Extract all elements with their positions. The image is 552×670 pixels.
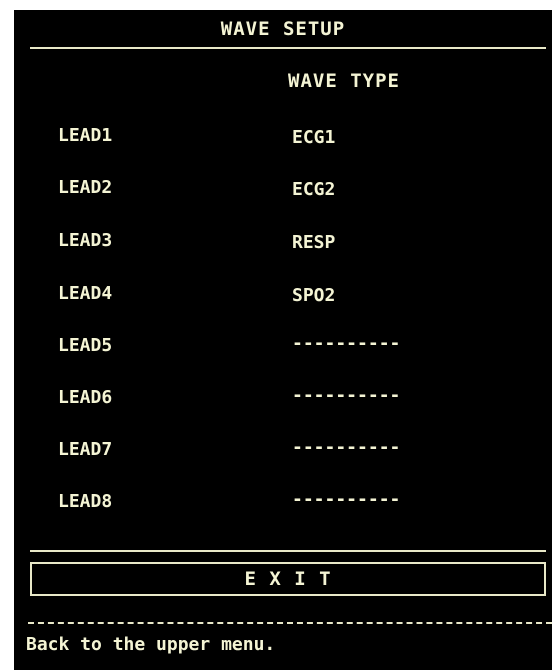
wave-type-value[interactable]: ---------- <box>292 385 400 406</box>
wave-type-value[interactable]: ---------- <box>292 489 400 510</box>
wave-type-value[interactable]: SPO2 <box>292 285 335 306</box>
wave-type-column-header: WAVE TYPE <box>288 70 400 92</box>
wave-type-value[interactable]: ---------- <box>292 333 400 354</box>
lead-label: LEAD6 <box>58 387 113 408</box>
lead-label: LEAD4 <box>58 283 113 304</box>
wave-type-value[interactable]: ECG2 <box>292 179 335 200</box>
lead-label: LEAD3 <box>58 230 113 251</box>
lead-row-4[interactable]: LEAD4 SPO2 <box>14 283 552 313</box>
lead-row-3[interactable]: LEAD3 RESP <box>14 230 552 260</box>
lead-label: LEAD5 <box>58 335 113 356</box>
lead-row-2[interactable]: LEAD2 ECG2 <box>14 177 552 207</box>
status-divider <box>28 622 552 624</box>
wave-type-value[interactable]: ---------- <box>292 437 400 458</box>
wave-setup-menu: WAVE SETUP WAVE TYPE LEAD1 ECG1 LEAD2 EC… <box>14 10 552 670</box>
lead-row-5[interactable]: LEAD5 ---------- <box>14 333 552 365</box>
menu-title: WAVE SETUP <box>220 18 346 40</box>
title-divider <box>30 47 546 49</box>
lead-label: LEAD2 <box>58 177 113 198</box>
lead-row-8[interactable]: LEAD8 ---------- <box>14 489 552 521</box>
lead-label: LEAD7 <box>58 439 113 460</box>
lead-row-6[interactable]: LEAD6 ---------- <box>14 385 552 417</box>
lead-row-7[interactable]: LEAD7 ---------- <box>14 437 552 469</box>
lead-label: LEAD1 <box>58 125 113 146</box>
wave-type-value[interactable]: RESP <box>292 232 335 253</box>
lead-label: LEAD8 <box>58 491 113 512</box>
exit-button[interactable]: E X I T <box>30 562 546 596</box>
wave-type-value[interactable]: ECG1 <box>292 127 335 148</box>
lead-row-1[interactable]: LEAD1 ECG1 <box>14 125 552 155</box>
help-text: Back to the upper menu. <box>26 634 276 655</box>
bottom-divider <box>30 550 546 552</box>
